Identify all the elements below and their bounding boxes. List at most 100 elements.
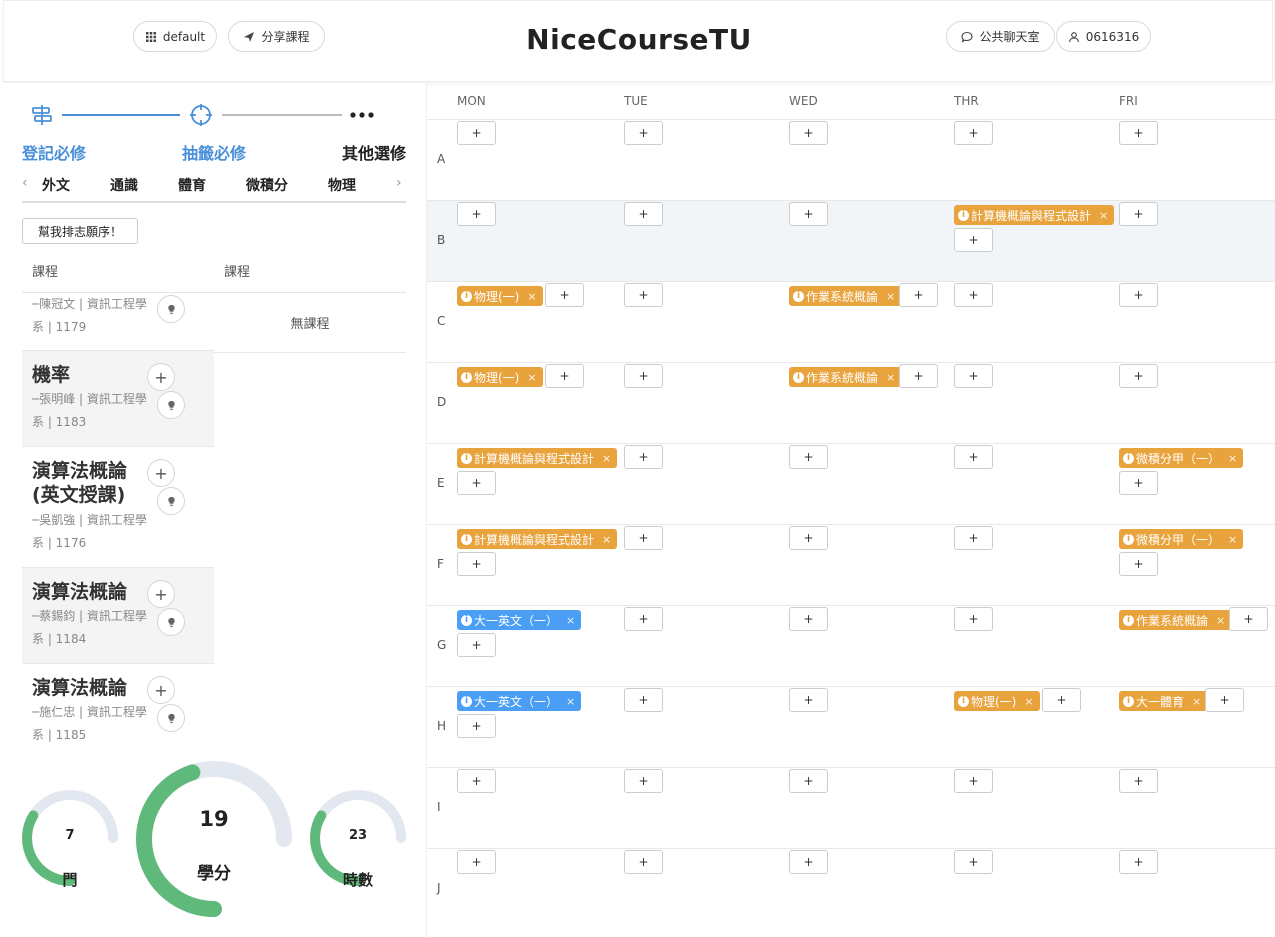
add-slot-button[interactable]: + [624, 283, 663, 307]
tab-pe[interactable]: 體育 [178, 175, 206, 195]
info-icon[interactable]: i [461, 452, 472, 464]
remove-course-icon[interactable]: × [1228, 452, 1237, 465]
course-tag[interactable]: i 作業系統概論 × [789, 286, 902, 306]
add-slot-button[interactable]: + [789, 850, 828, 874]
course-tag[interactable]: i 大一英文（一） × [457, 610, 582, 630]
add-slot-button[interactable]: + [457, 850, 496, 874]
course-tag[interactable]: i 物理(一) × [457, 367, 543, 387]
remove-course-icon[interactable]: × [527, 371, 536, 384]
add-slot-button[interactable]: + [624, 445, 663, 469]
step-lottery-required[interactable]: 抽籤必修 [182, 140, 246, 164]
add-slot-button[interactable]: + [789, 526, 828, 550]
add-slot-button[interactable]: + [789, 445, 828, 469]
info-icon[interactable]: i [461, 290, 472, 302]
add-slot-button[interactable]: + [789, 688, 828, 712]
add-slot-button[interactable]: + [1119, 769, 1158, 793]
add-slot-button[interactable]: + [954, 445, 993, 469]
add-slot-button[interactable]: + [954, 283, 993, 307]
add-slot-button[interactable]: + [1119, 364, 1158, 388]
course-card[interactable]: ─陳冠文 | 資訊工程學系 | 1179 [22, 293, 214, 351]
add-slot-button[interactable]: + [789, 607, 828, 631]
add-slot-button[interactable]: + [624, 607, 663, 631]
rank-preference-button[interactable]: 幫我排志願序！ [22, 218, 138, 244]
tab-general[interactable]: 通識 [110, 175, 138, 195]
add-slot-button[interactable]: + [789, 121, 828, 145]
add-slot-button[interactable]: + [954, 850, 993, 874]
add-slot-button[interactable]: + [545, 364, 584, 388]
info-icon[interactable]: i [1123, 614, 1134, 626]
course-card[interactable]: 演算法概論 ─蔡錫鈞 | 資訊工程學系 | 1184 + [22, 568, 214, 664]
course-tag[interactable]: i 微積分甲（一） × [1119, 529, 1244, 549]
course-tag[interactable]: i 作業系統概論 × [789, 367, 902, 387]
add-slot-button[interactable]: + [954, 121, 993, 145]
lightbulb-icon[interactable] [157, 704, 185, 732]
course-card[interactable]: 演算法概論 ─施仁忠 | 資訊工程學系 | 1185 + [22, 664, 214, 745]
user-button[interactable]: 0616316 [1056, 21, 1151, 52]
add-slot-button[interactable]: + [457, 633, 496, 657]
remove-course-icon[interactable]: × [886, 371, 895, 384]
remove-course-icon[interactable]: × [527, 290, 536, 303]
add-slot-button[interactable]: + [457, 552, 496, 576]
course-tag[interactable]: i 大一體育 × [1119, 691, 1208, 711]
add-slot-button[interactable]: + [954, 228, 993, 252]
info-icon[interactable]: i [1123, 452, 1134, 464]
tab-calculus[interactable]: 微積分 [246, 175, 288, 195]
course-tag[interactable]: i 微積分甲（一） × [1119, 448, 1244, 468]
course-tag[interactable]: i 作業系統概論 × [1119, 610, 1232, 630]
course-tag[interactable]: i 物理(一) × [954, 691, 1040, 711]
info-icon[interactable]: i [1123, 533, 1134, 545]
course-tag[interactable]: i 計算機概論與程式設計 × [457, 448, 618, 468]
step-register-required[interactable]: 登記必修 [22, 140, 86, 164]
add-slot-button[interactable]: + [624, 526, 663, 550]
add-slot-button[interactable]: + [899, 283, 938, 307]
chevron-left-icon[interactable]: ‹ [22, 175, 28, 191]
chevron-right-icon[interactable]: › [396, 175, 402, 191]
add-slot-button[interactable]: + [789, 769, 828, 793]
course-card[interactable]: 演算法概論(英文授課) ─吳凱強 | 資訊工程學系 | 1176 + [22, 447, 214, 568]
add-slot-button[interactable]: + [789, 202, 828, 226]
add-slot-button[interactable]: + [1119, 202, 1158, 226]
remove-course-icon[interactable]: × [1216, 614, 1225, 627]
add-slot-button[interactable]: + [1119, 850, 1158, 874]
course-tag[interactable]: i 計算機概論與程式設計 × [954, 205, 1115, 225]
add-course-button[interactable]: + [147, 459, 175, 487]
add-slot-button[interactable]: + [954, 607, 993, 631]
info-icon[interactable]: i [461, 371, 472, 383]
add-course-button[interactable]: + [147, 676, 175, 704]
info-icon[interactable]: i [793, 371, 804, 383]
add-slot-button[interactable]: + [954, 364, 993, 388]
add-slot-button[interactable]: + [1119, 552, 1158, 576]
remove-course-icon[interactable]: × [602, 452, 611, 465]
add-slot-button[interactable]: + [624, 364, 663, 388]
add-slot-button[interactable]: + [624, 769, 663, 793]
add-slot-button[interactable]: + [1119, 471, 1158, 495]
info-icon[interactable]: i [461, 614, 472, 626]
add-slot-button[interactable]: + [624, 688, 663, 712]
add-slot-button[interactable]: + [954, 769, 993, 793]
add-slot-button[interactable]: + [1229, 607, 1268, 631]
add-slot-button[interactable]: + [954, 526, 993, 550]
add-slot-button[interactable]: + [545, 283, 584, 307]
add-slot-button[interactable]: + [457, 471, 496, 495]
remove-course-icon[interactable]: × [1099, 209, 1108, 222]
info-icon[interactable]: i [793, 290, 804, 302]
remove-course-icon[interactable]: × [566, 695, 575, 708]
remove-course-icon[interactable]: × [1024, 695, 1033, 708]
add-slot-button[interactable]: + [1205, 688, 1244, 712]
lightbulb-icon[interactable] [157, 608, 185, 636]
course-tag[interactable]: i 大一英文（一） × [457, 691, 582, 711]
lightbulb-icon[interactable] [157, 487, 185, 515]
add-slot-button[interactable]: + [624, 121, 663, 145]
remove-course-icon[interactable]: × [1228, 533, 1237, 546]
step-other-electives[interactable]: 其他選修 [342, 140, 406, 164]
default-button[interactable]: default [133, 21, 217, 52]
lightbulb-icon[interactable] [157, 295, 185, 323]
add-slot-button[interactable]: + [457, 714, 496, 738]
add-slot-button[interactable]: + [1119, 121, 1158, 145]
course-card[interactable]: 機率 ─張明峰 | 資訊工程學系 | 1183 + [22, 351, 214, 447]
add-slot-button[interactable]: + [624, 202, 663, 226]
tab-physics[interactable]: 物理 [328, 175, 356, 195]
add-slot-button[interactable]: + [899, 364, 938, 388]
info-icon[interactable]: i [958, 209, 969, 221]
remove-course-icon[interactable]: × [602, 533, 611, 546]
